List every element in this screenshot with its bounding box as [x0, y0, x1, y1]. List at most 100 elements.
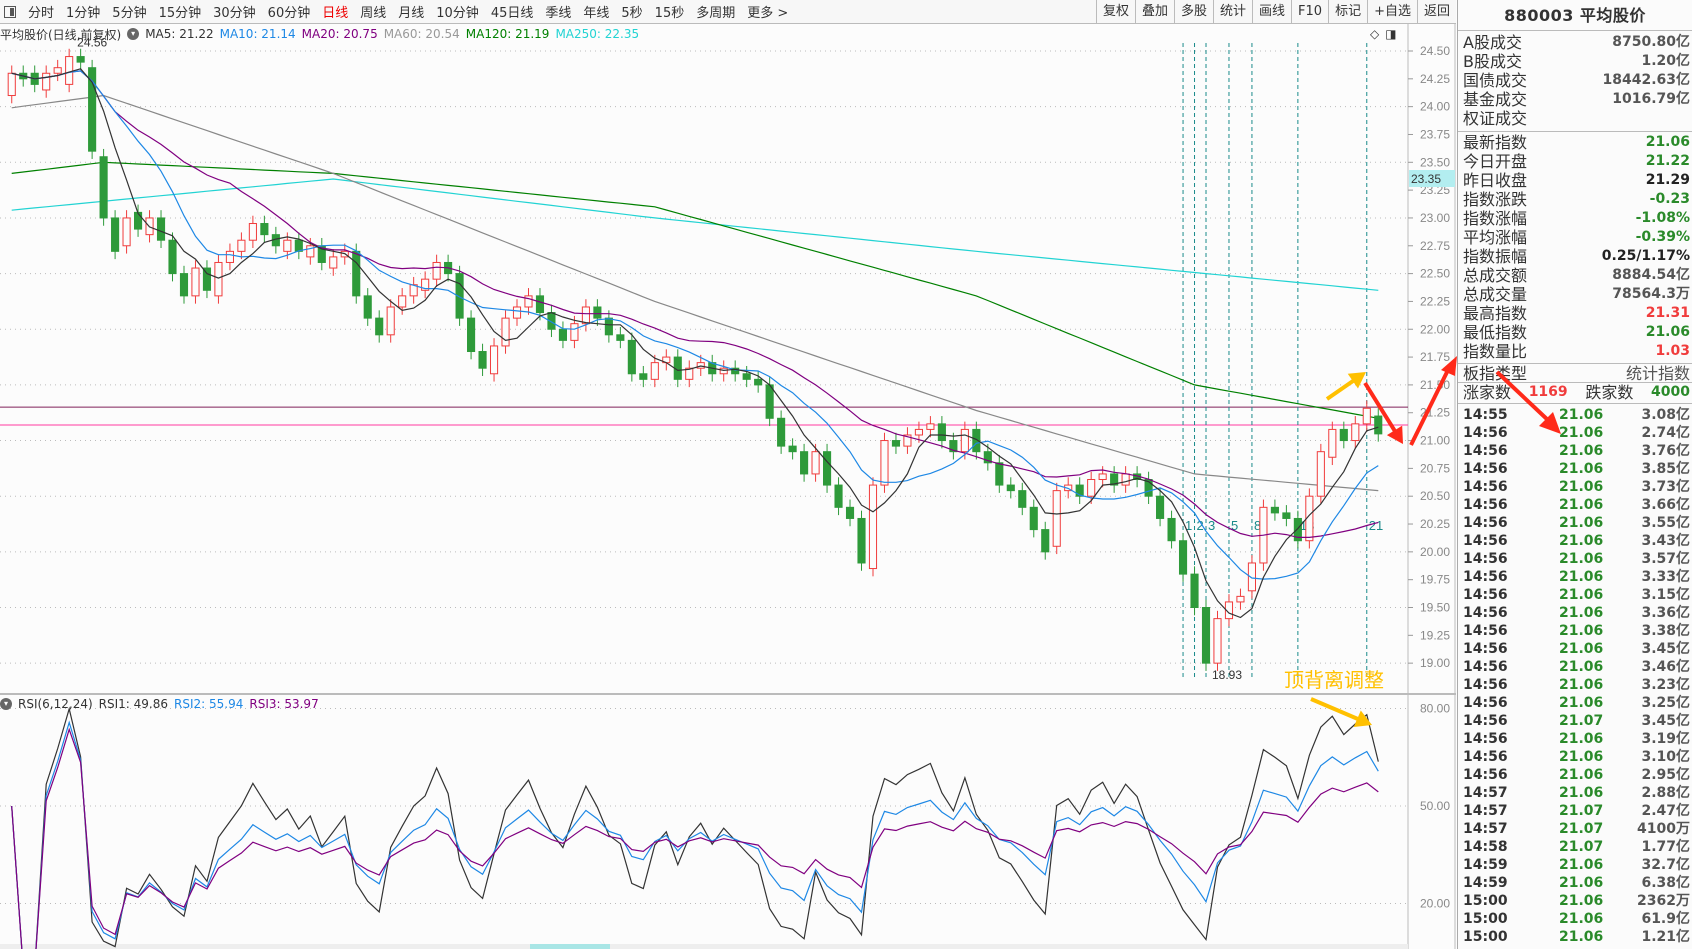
tick-row: 14:56 21.06 2.74亿 — [1458, 424, 1692, 442]
y-tick-label: 19.25 — [1420, 628, 1450, 642]
period-tab[interactable]: 周线 — [354, 2, 392, 21]
ma10-value: MA10: 21.14 — [219, 27, 296, 41]
stat-label: 基金成交 — [1463, 90, 1528, 109]
tick-price: 21.07 — [1559, 713, 1604, 729]
diamond-icon[interactable]: ◇ — [1370, 27, 1379, 41]
candle-up — [880, 440, 889, 486]
candle-down — [294, 239, 303, 252]
rsi-settings-icon[interactable]: ▾ — [0, 698, 12, 710]
stat-value: 1016.79亿 — [1612, 91, 1690, 107]
candle-down — [1006, 484, 1015, 492]
candle-up — [386, 306, 395, 336]
tick-row: 15:00 21.06 1.21亿 — [1458, 928, 1692, 946]
y-tick-label: 22.50 — [1420, 267, 1450, 281]
tick-price: 21.06 — [1559, 641, 1604, 657]
index-type-value: 统计指数 — [1625, 364, 1690, 383]
tick-list[interactable]: 14:55 21.06 3.08亿 14:56 21.06 2.74亿 14:56 21.06… — [1458, 404, 1692, 946]
candle-up — [811, 451, 820, 475]
toolbar-button[interactable]: 标记 — [1328, 0, 1367, 24]
sidebar-toggle-icon[interactable]: ◨ — [1385, 27, 1396, 41]
period-tab[interactable]: 季线 — [539, 2, 577, 21]
stat-value: 18442.63亿 — [1602, 72, 1690, 88]
scrollbar-thumb[interactable] — [530, 944, 610, 949]
tick-volume: 6.38亿 — [1641, 875, 1690, 891]
tick-volume: 3.36亿 — [1641, 605, 1690, 621]
candle-down — [845, 506, 855, 519]
stat-value: -0.39% — [1635, 229, 1690, 245]
toolbar-button[interactable]: F10 — [1291, 0, 1328, 24]
stat-row: 总成交额 8884.54亿 — [1458, 266, 1692, 285]
y-tick-label: 24.00 — [1420, 100, 1450, 114]
tick-row: 14:56 21.06 3.66亿 — [1458, 496, 1692, 514]
y-tick-label: 23.75 — [1420, 127, 1450, 141]
toolbar-button[interactable]: 复权 — [1095, 0, 1135, 24]
toolbar-button[interactable]: 统计 — [1213, 0, 1252, 24]
toolbar-button[interactable]: 画线 — [1252, 0, 1291, 24]
period-tab[interactable]: 更多 > — [741, 2, 794, 21]
period-tab[interactable]: 5秒 — [615, 2, 648, 21]
tick-price: 21.06 — [1559, 569, 1604, 585]
ma120-value: MA120: 21.19 — [465, 27, 550, 41]
candle-up — [283, 239, 292, 252]
tick-volume: 3.57亿 — [1641, 551, 1690, 567]
candle-down — [616, 334, 625, 341]
horizontal-scrollbar[interactable] — [0, 944, 1408, 949]
period-tab[interactable]: 30分钟 — [207, 2, 262, 21]
candle-down — [1178, 540, 1188, 575]
period-tab[interactable]: 年线 — [577, 2, 615, 21]
toolbar-button[interactable]: 多股 — [1173, 0, 1213, 24]
tick-time: 14:56 — [1463, 677, 1508, 693]
stat-label: A股成交 — [1463, 33, 1522, 52]
period-tab[interactable]: 1分钟 — [60, 2, 106, 21]
tick-time: 14:56 — [1463, 749, 1508, 765]
candle-down — [99, 156, 108, 219]
quote-panel: 880003 平均股价 A股成交 8750.80亿 B股成交 1.20亿 国债成交 184… — [1457, 0, 1692, 949]
period-tab[interactable]: 5分钟 — [106, 2, 152, 21]
stat-label: 最新指数 — [1463, 133, 1528, 152]
stat-row: A股成交 8750.80亿 — [1458, 33, 1692, 52]
toolbar-button[interactable]: +自选 — [1367, 0, 1417, 24]
candle-down — [822, 451, 832, 486]
candle-down — [593, 306, 602, 319]
panel-toggle-icon[interactable] — [4, 5, 16, 18]
settings-dropdown-icon[interactable]: ▾ — [127, 28, 140, 40]
candle-down — [857, 517, 866, 564]
tick-price: 21.06 — [1559, 857, 1604, 873]
period-tab[interactable]: 日线 — [316, 2, 354, 21]
period-tab[interactable]: 分时 — [22, 2, 60, 21]
tick-time: 14:56 — [1463, 569, 1508, 585]
candle-up — [926, 423, 935, 430]
tick-volume: 3.15亿 — [1641, 587, 1690, 603]
tick-price: 21.06 — [1559, 533, 1604, 549]
candle-up — [191, 267, 200, 297]
tick-time: 15:00 — [1463, 893, 1508, 909]
candle-up — [501, 317, 510, 347]
period-tab[interactable]: 15分钟 — [153, 2, 208, 21]
candle-down — [467, 317, 476, 353]
tick-volume: 3.66亿 — [1641, 497, 1690, 513]
orange-arrow-rsi — [1310, 697, 1362, 722]
stat-value: 21.06 — [1645, 134, 1690, 150]
period-tab[interactable]: 60分钟 — [262, 2, 317, 21]
tick-volume: 1.77亿 — [1641, 839, 1690, 855]
tick-price: 21.06 — [1559, 929, 1604, 945]
stat-label: 总成交量 — [1463, 285, 1528, 304]
y-tick-label: 19.75 — [1420, 573, 1450, 587]
period-tab[interactable]: 15秒 — [649, 2, 691, 21]
period-tab[interactable]: 月线 — [392, 2, 430, 21]
tick-volume: 61.9亿 — [1641, 911, 1690, 927]
candle-down — [1339, 428, 1348, 442]
period-tab[interactable]: 45日线 — [485, 2, 540, 21]
rsi-tick-label: 80.00 — [1420, 702, 1450, 716]
toolbar-button[interactable]: 返回 — [1416, 0, 1456, 24]
kline-chart[interactable]: 24.5024.2524.0023.7523.5023.2523.0022.75… — [0, 0, 1456, 949]
tick-price: 21.07 — [1559, 803, 1604, 819]
tick-row: 14:56 21.06 3.45亿 — [1458, 640, 1692, 658]
period-tab[interactable]: 多周期 — [690, 2, 741, 21]
period-tab[interactable]: 10分钟 — [430, 2, 485, 21]
candle-up — [122, 217, 131, 247]
candle-up — [1087, 479, 1096, 497]
candle-down — [76, 56, 85, 63]
toolbar-button[interactable]: 叠加 — [1134, 0, 1174, 24]
stat-row: 今日开盘 21.22 — [1458, 152, 1692, 171]
